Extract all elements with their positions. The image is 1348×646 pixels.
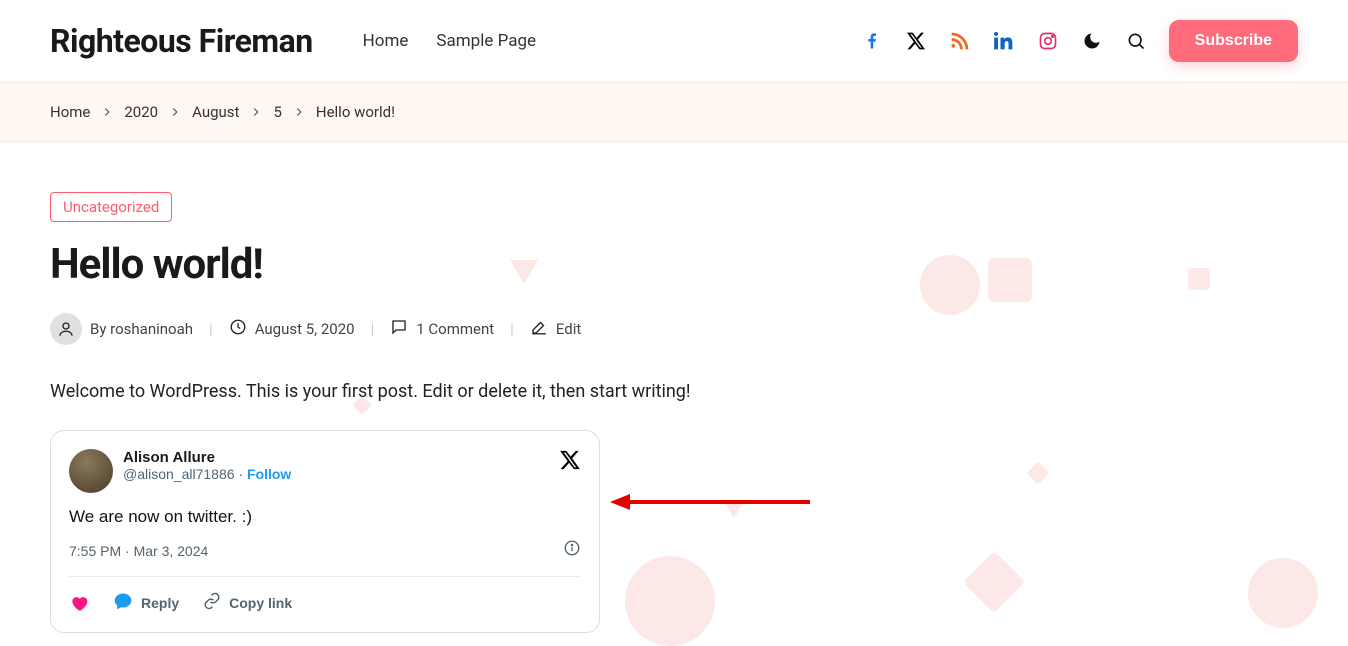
- site-title[interactable]: Righteous Fireman: [50, 22, 313, 60]
- clock-icon: [229, 318, 247, 340]
- chevron-right-icon: [100, 105, 114, 119]
- edit-label: Edit: [556, 320, 581, 338]
- copy-link-label: Copy link: [229, 595, 292, 611]
- author-link[interactable]: roshaninoah: [110, 320, 193, 338]
- breadcrumb-day[interactable]: 5: [273, 103, 281, 121]
- breadcrumb-home[interactable]: Home: [50, 103, 90, 121]
- chevron-right-icon: [168, 105, 182, 119]
- post-title: Hello world!: [50, 240, 1298, 289]
- reply-icon: [113, 591, 133, 614]
- edit-link[interactable]: Edit: [530, 318, 581, 340]
- category-badge[interactable]: Uncategorized: [50, 192, 172, 222]
- breadcrumb: Home 2020 August 5 Hello world!: [50, 103, 1298, 121]
- header-actions: Subscribe: [861, 20, 1298, 62]
- x-twitter-icon[interactable]: [905, 30, 927, 52]
- like-button[interactable]: [69, 593, 89, 613]
- chevron-right-icon: [292, 105, 306, 119]
- post-body: Welcome to WordPress. This is your first…: [50, 381, 1298, 402]
- annotation-arrow: [610, 490, 810, 518]
- post-meta: By roshaninoah | August 5, 2020 | 1 Comm…: [50, 313, 1298, 345]
- nav-sample-page[interactable]: Sample Page: [436, 31, 536, 51]
- rss-icon[interactable]: [949, 30, 971, 52]
- chevron-right-icon: [249, 105, 263, 119]
- meta-separator: |: [371, 320, 375, 338]
- main-content: Uncategorized Hello world! By roshaninoa…: [0, 142, 1348, 633]
- date-meta: August 5, 2020: [229, 318, 355, 340]
- reply-button[interactable]: Reply: [113, 591, 179, 614]
- tweet-author-name[interactable]: Alison Allure: [123, 449, 549, 466]
- site-header: Righteous Fireman Home Sample Page Subsc…: [0, 0, 1348, 82]
- tweet-avatar[interactable]: [69, 449, 113, 493]
- instagram-icon[interactable]: [1037, 30, 1059, 52]
- breadcrumb-month[interactable]: August: [192, 103, 239, 121]
- tweet-handle: @alison_all71886 · Follow: [123, 466, 549, 482]
- comment-icon: [390, 318, 408, 340]
- tweet-follow-link[interactable]: Follow: [247, 466, 291, 482]
- primary-nav: Home Sample Page: [363, 31, 536, 51]
- info-icon[interactable]: [563, 539, 581, 562]
- comments-link[interactable]: 1 Comment: [390, 318, 494, 340]
- meta-separator: |: [209, 320, 213, 338]
- tweet-timestamp[interactable]: 7:55 PM · Mar 3, 2024: [69, 543, 208, 559]
- edit-icon: [530, 318, 548, 340]
- breadcrumb-current: Hello world!: [316, 103, 395, 121]
- link-icon: [203, 592, 221, 613]
- post-date: August 5, 2020: [255, 320, 355, 338]
- tweet-text: We are now on twitter. :): [69, 507, 581, 527]
- linkedin-icon[interactable]: [993, 30, 1015, 52]
- facebook-icon[interactable]: [861, 30, 883, 52]
- breadcrumb-year[interactable]: 2020: [124, 103, 158, 121]
- copy-link-button[interactable]: Copy link: [203, 592, 292, 613]
- breadcrumb-bar: Home 2020 August 5 Hello world!: [0, 82, 1348, 142]
- x-logo-icon[interactable]: [559, 449, 581, 476]
- subscribe-button[interactable]: Subscribe: [1169, 20, 1298, 62]
- avatar: [50, 313, 82, 345]
- embedded-tweet[interactable]: Alison Allure @alison_all71886 · Follow …: [50, 430, 600, 633]
- reply-label: Reply: [141, 595, 179, 611]
- comments-count: 1 Comment: [416, 320, 494, 338]
- dark-mode-icon[interactable]: [1081, 30, 1103, 52]
- author-meta: By roshaninoah: [50, 313, 193, 345]
- search-icon[interactable]: [1125, 30, 1147, 52]
- by-label: By: [90, 320, 110, 338]
- nav-home[interactable]: Home: [363, 31, 409, 51]
- meta-separator: |: [510, 320, 514, 338]
